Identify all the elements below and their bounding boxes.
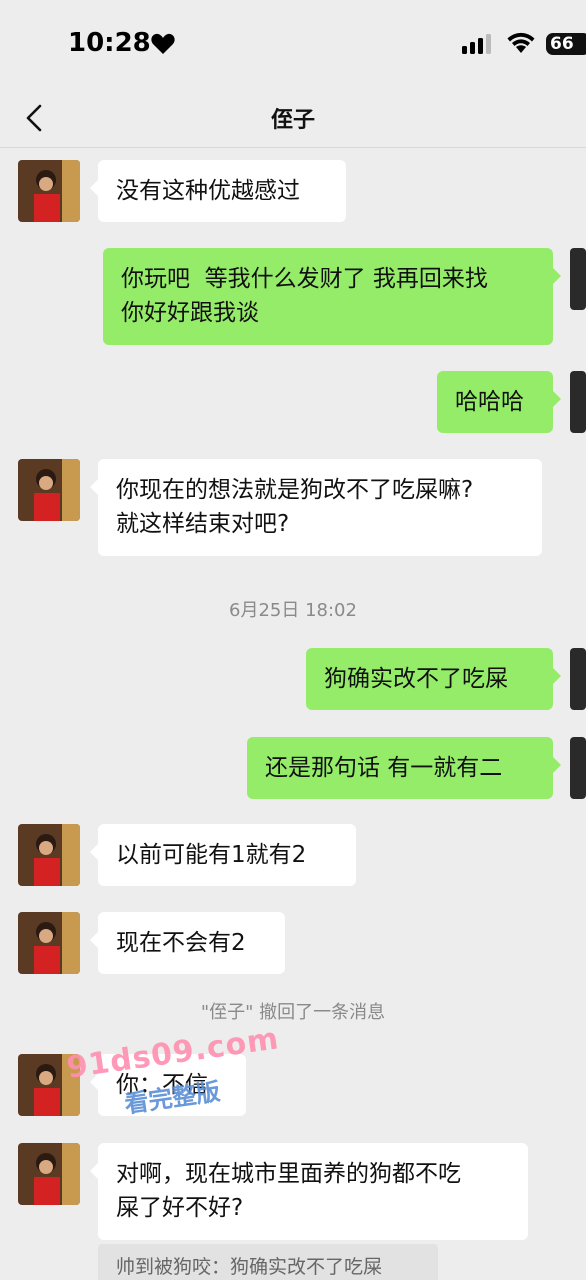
status-bar: 10:28 66 [0, 0, 586, 88]
contact-avatar[interactable] [18, 1143, 80, 1205]
message-bubble-incoming[interactable]: 现在不会有2 [90, 912, 285, 974]
self-avatar[interactable] [570, 371, 586, 433]
chat-title: 侄子 [270, 108, 315, 133]
contact-avatar[interactable] [18, 912, 80, 974]
message-bubble-outgoing[interactable]: 狗确实改不了吃屎 [306, 648, 561, 710]
signal-icon [462, 34, 491, 54]
chat-timestamp: 6月25日 18:02 [229, 600, 357, 621]
message-bubble-outgoing[interactable]: 哈哈哈 [437, 371, 561, 433]
message-bubble-incoming[interactable]: 没有这种优越感过 [90, 160, 346, 222]
contact-avatar[interactable] [18, 459, 80, 521]
message-bubble-outgoing[interactable]: 你玩吧 等我什么发财了 我再回来找 你好好跟我谈 [103, 248, 561, 345]
contact-avatar[interactable] [18, 160, 80, 222]
wifi-icon [507, 32, 535, 53]
message-bubble-incoming[interactable]: 对啊，现在城市里面养的狗都不吃 屎了好不好? [90, 1143, 528, 1240]
contact-avatar[interactable] [18, 824, 80, 886]
message-bubble-outgoing[interactable]: 还是那句话 有一就有二 [247, 737, 561, 799]
self-avatar[interactable] [570, 248, 586, 310]
recall-notice: "侄子" 撤回了一条消息 [200, 1002, 386, 1023]
status-time: 10:28 [68, 28, 151, 58]
nav-bar: 侄子 [0, 88, 586, 148]
battery-indicator: 66 [546, 33, 586, 55]
self-avatar[interactable] [570, 737, 586, 799]
self-avatar[interactable] [570, 648, 586, 710]
message-bubble-incoming[interactable]: 以前可能有1就有2 [90, 824, 356, 886]
quoted-reply[interactable]: 帅到被狗咬：狗确实改不了吃屎 [98, 1244, 438, 1280]
message-bubble-incoming[interactable]: 你现在的想法就是狗改不了吃屎嘛? 就这样结束对吧? [90, 459, 542, 556]
heart-icon [151, 33, 175, 54]
